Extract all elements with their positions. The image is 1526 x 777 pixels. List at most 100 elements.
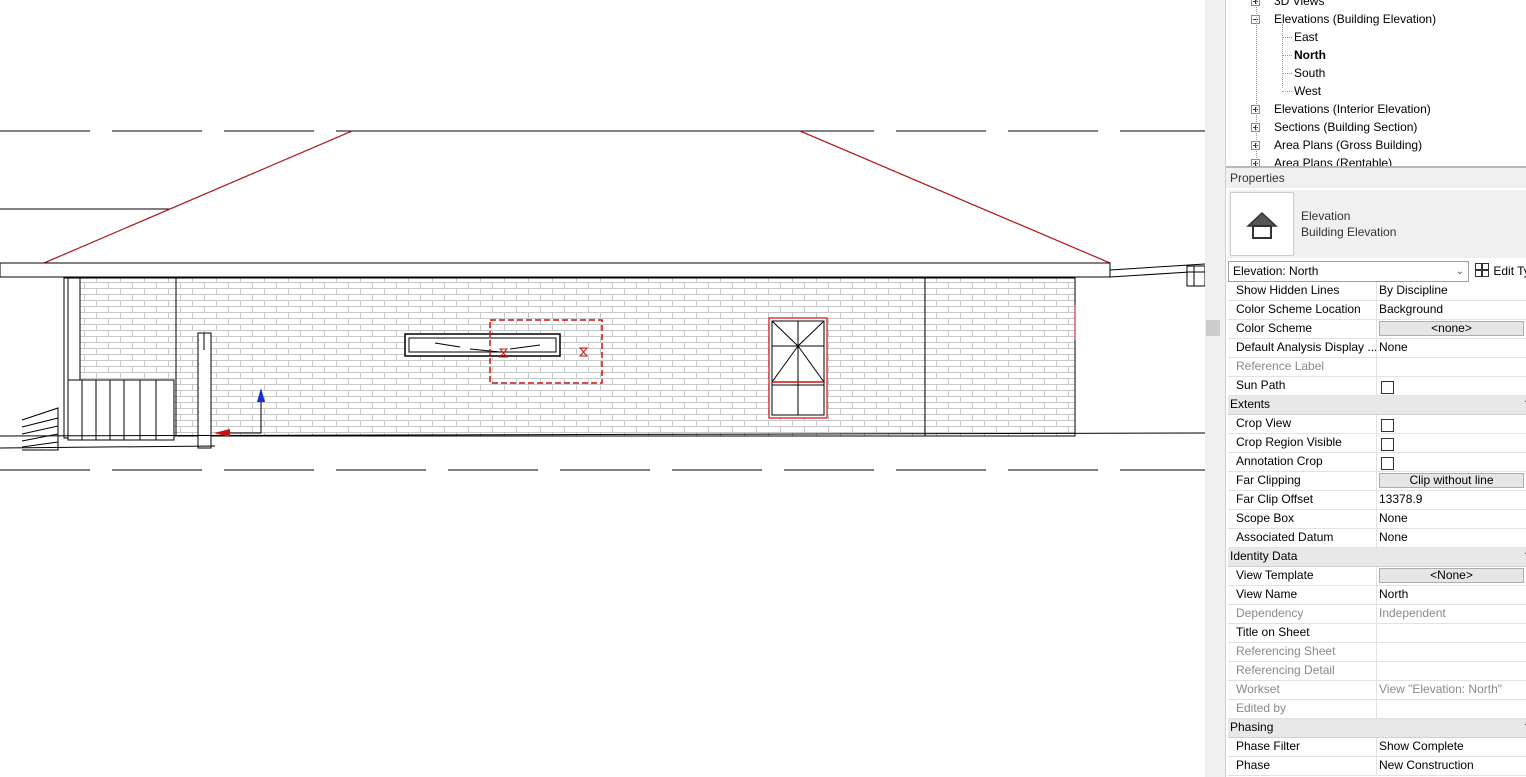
property-row[interactable]: Scope Box None (1228, 510, 1526, 529)
property-checkbox[interactable] (1381, 381, 1394, 394)
property-row[interactable]: Referencing Sheet (1228, 643, 1526, 662)
property-row[interactable]: Crop Region Visible (1228, 434, 1526, 453)
property-value-text: New Construction (1379, 758, 1474, 772)
property-value[interactable]: None (1376, 529, 1525, 547)
property-value[interactable]: Show Complete (1376, 738, 1525, 756)
property-row[interactable]: Annotation Crop (1228, 453, 1526, 472)
property-value[interactable]: Background (1376, 301, 1525, 319)
property-name: Crop Region Visible (1236, 435, 1342, 449)
browser-item-label: South (1294, 66, 1326, 80)
property-checkbox[interactable] (1381, 438, 1394, 451)
property-value-button[interactable]: <none> (1379, 321, 1524, 336)
property-name: Phase (1236, 758, 1271, 772)
browser-item[interactable]: West (1294, 82, 1321, 100)
property-row[interactable]: Far Clip Offset 13378.9 (1228, 491, 1526, 510)
browser-item[interactable]: Area Plans (Rentable) (1274, 154, 1392, 166)
tree-connector (1282, 73, 1292, 74)
fascia (0, 262, 1111, 278)
property-group-header[interactable]: Phasing ⌃ (1228, 719, 1526, 738)
downpipe (197, 332, 212, 449)
browser-item[interactable]: South (1294, 64, 1325, 82)
collapse-chevron-icon[interactable]: ⌃ (1523, 548, 1526, 565)
project-browser[interactable]: 3D Views Elevations (Building Elevation) E… (1226, 0, 1526, 168)
property-checkbox[interactable] (1381, 457, 1394, 470)
property-row[interactable]: Color Scheme <none> (1228, 320, 1526, 339)
browser-item[interactable]: Elevations (Interior Elevation) (1274, 100, 1431, 118)
browser-item[interactable]: 3D Views (1274, 0, 1324, 10)
property-row[interactable]: Phase New Construction (1228, 757, 1526, 776)
property-name: Color Scheme (1236, 321, 1313, 335)
property-row[interactable]: Workset View "Elevation: North" (1228, 681, 1526, 700)
property-row[interactable]: Edited by (1228, 700, 1526, 719)
tree-connector (1282, 37, 1292, 38)
tree-connector (1282, 55, 1292, 56)
casement-window[interactable] (768, 317, 828, 419)
property-value[interactable] (1376, 415, 1525, 433)
properties-title: Properties (1226, 168, 1526, 188)
property-row[interactable]: Crop View (1228, 415, 1526, 434)
property-value-text: Background (1379, 302, 1444, 316)
property-value: View "Elevation: North" (1376, 681, 1525, 699)
property-value (1376, 662, 1525, 680)
type-selector[interactable]: Elevation Building Elevation (1228, 190, 1526, 258)
north-elevation-drawing[interactable] (0, 0, 1205, 777)
property-value[interactable]: By Discipline (1376, 282, 1525, 300)
property-name: Title on Sheet (1236, 625, 1310, 639)
property-value[interactable] (1376, 377, 1525, 395)
browser-item[interactable]: Elevations (Building Elevation) (1274, 10, 1436, 28)
property-group-header[interactable]: Identity Data ⌃ (1228, 548, 1526, 567)
drawing-canvas[interactable] (0, 0, 1205, 777)
property-row[interactable]: Far Clipping Clip without line (1228, 472, 1526, 491)
property-value[interactable]: <None> (1376, 567, 1525, 585)
browser-item[interactable]: North (1294, 46, 1326, 64)
browser-item-label: Sections (Building Section) (1274, 120, 1418, 134)
property-value[interactable]: None (1376, 510, 1525, 528)
view-instance-dropdown[interactable]: Elevation: North ⌄ (1228, 261, 1469, 282)
property-value-button[interactable]: <None> (1379, 568, 1524, 583)
collapse-chevron-icon[interactable]: ⌃ (1523, 396, 1526, 413)
property-row[interactable]: Phase Filter Show Complete (1228, 738, 1526, 757)
property-value[interactable]: <none> (1376, 320, 1525, 338)
property-value-button[interactable]: Clip without line (1379, 473, 1524, 488)
property-row[interactable]: View Name North (1228, 586, 1526, 605)
splitter-grip[interactable] (1206, 320, 1220, 336)
collapse-chevron-icon[interactable]: ⌃ (1523, 719, 1526, 736)
property-row[interactable]: Show Hidden Lines By Discipline (1228, 282, 1526, 301)
property-row[interactable]: Dependency Independent (1228, 605, 1526, 624)
property-row[interactable]: Title on Sheet (1228, 624, 1526, 643)
property-value-text: None (1379, 530, 1408, 544)
browser-item[interactable]: East (1294, 28, 1318, 46)
property-value-text: North (1379, 587, 1409, 601)
property-value-text: None (1379, 511, 1408, 525)
property-row[interactable]: Default Analysis Display ... None (1228, 339, 1526, 358)
property-row[interactable]: Sun Path (1228, 377, 1526, 396)
property-value[interactable] (1376, 624, 1525, 642)
strip-window[interactable] (404, 333, 561, 357)
property-value[interactable]: Clip without line (1376, 472, 1525, 490)
property-row[interactable]: Associated Datum None (1228, 529, 1526, 548)
type-type: Building Elevation (1301, 225, 1397, 239)
property-name: Annotation Crop (1236, 454, 1323, 468)
property-value-text: View "Elevation: North" (1379, 682, 1503, 696)
property-value[interactable] (1376, 453, 1525, 471)
tree-connector (1282, 24, 1283, 88)
edit-type-button[interactable]: Edit Type (1474, 261, 1526, 282)
property-name: Show Hidden Lines (1236, 283, 1340, 297)
property-value[interactable]: None (1376, 339, 1525, 357)
properties-grid[interactable]: Show Hidden Lines By Discipline Color Sche… (1228, 282, 1526, 776)
property-value-text: None (1379, 340, 1408, 354)
property-value[interactable]: 13378.9 (1376, 491, 1525, 509)
property-value[interactable]: North (1376, 586, 1525, 604)
property-value-text: Show Complete (1379, 739, 1464, 753)
browser-item[interactable]: Sections (Building Section) (1274, 118, 1417, 136)
panel-splitter[interactable] (1205, 0, 1225, 777)
property-checkbox[interactable] (1381, 419, 1394, 432)
property-value[interactable] (1376, 434, 1525, 452)
property-value[interactable]: New Construction (1376, 757, 1525, 775)
property-row[interactable]: View Template <None> (1228, 567, 1526, 586)
browser-item[interactable]: Area Plans (Gross Building) (1274, 136, 1422, 154)
property-group-header[interactable]: Extents ⌃ (1228, 396, 1526, 415)
property-row[interactable]: Referencing Detail (1228, 662, 1526, 681)
property-row[interactable]: Color Scheme Location Background (1228, 301, 1526, 320)
property-row[interactable]: Reference Label (1228, 358, 1526, 377)
